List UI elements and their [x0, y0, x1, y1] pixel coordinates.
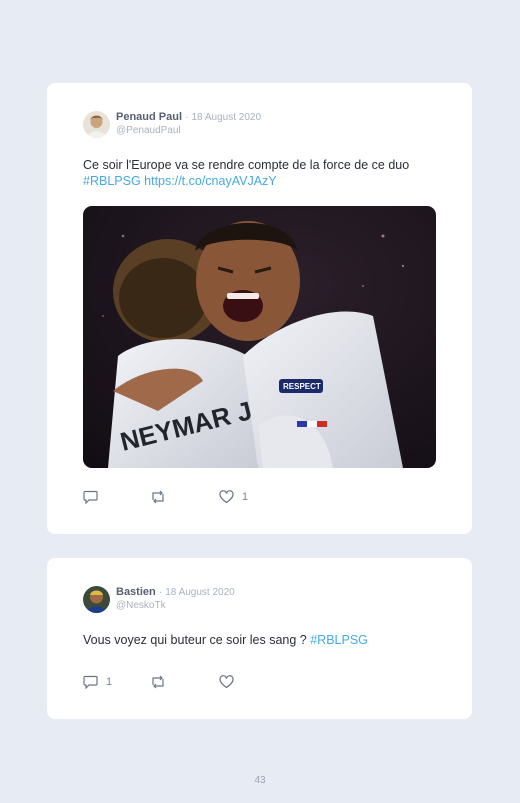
- tweet-actions: 1: [83, 675, 283, 691]
- reply-count: 1: [106, 676, 113, 688]
- separator: ·: [185, 112, 189, 123]
- hashtag-link[interactable]: #RBLPSG: [83, 174, 141, 188]
- reply-button[interactable]: [83, 490, 98, 504]
- author-handle[interactable]: @NeskoTk: [116, 599, 235, 612]
- tweet-actions: 1: [83, 490, 283, 506]
- reply-icon: [83, 490, 98, 504]
- tweet-card: Penaud Paul · 18 August 2020 @PenaudPaul…: [47, 83, 472, 534]
- tweet-photo[interactable]: NEYMAR JR RESPECT: [83, 206, 436, 468]
- like-button[interactable]: 1: [219, 490, 248, 504]
- retweet-button[interactable]: [150, 490, 166, 504]
- tweet-card: Bastien · 18 August 2020 @NeskoTk Vous v…: [47, 558, 472, 719]
- reply-button[interactable]: 1: [83, 675, 112, 689]
- retweet-button[interactable]: [150, 675, 166, 689]
- like-button[interactable]: [219, 675, 234, 689]
- tweet-date: 18 August 2020: [191, 112, 262, 123]
- tweet-date: 18 August 2020: [165, 587, 235, 598]
- author-handle[interactable]: @PenaudPaul: [116, 124, 261, 137]
- author-name[interactable]: Penaud Paul: [116, 111, 182, 123]
- avatar[interactable]: [83, 586, 110, 613]
- tweet-body: Ce soir l'Europe va se rendre compte de …: [83, 158, 410, 172]
- reply-icon: [83, 675, 98, 689]
- retweet-icon: [150, 675, 166, 689]
- avatar[interactable]: [83, 111, 110, 138]
- page-number: 43: [254, 775, 266, 786]
- separator: ·: [158, 587, 163, 598]
- tweet-text: Ce soir l'Europe va se rendre compte de …: [83, 157, 442, 189]
- author-name[interactable]: Bastien: [116, 586, 156, 598]
- like-count: 1: [242, 491, 249, 503]
- retweet-icon: [150, 490, 166, 504]
- like-icon: [219, 490, 234, 504]
- tweet-body: Vous voyez qui buteur ce soir les sang ?: [83, 633, 311, 647]
- url-link[interactable]: https://t.co/cnayAVJAzY: [144, 174, 276, 188]
- tweet-text: Vous voyez qui buteur ce soir les sang ?…: [83, 632, 442, 648]
- like-icon: [219, 675, 234, 689]
- hashtag-link[interactable]: #RBLPSG: [310, 633, 368, 647]
- badge-text: RESPECT: [283, 382, 321, 391]
